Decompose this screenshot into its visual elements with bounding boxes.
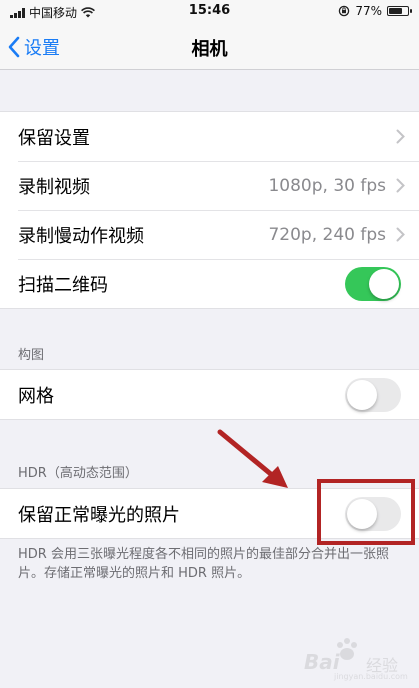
- row-record-slomo[interactable]: 录制慢动作视频 720p, 240 fps: [0, 210, 419, 259]
- row-value: 720p, 240 fps: [268, 224, 386, 245]
- hdr-footer-note: HDR 会用三张曝光程度各不相同的照片的最佳部分合并出一张照片。存储正常曝光的照…: [18, 547, 389, 581]
- chevron-right-icon: [396, 178, 405, 193]
- scan-qr-toggle[interactable]: [345, 266, 401, 301]
- row-scan-qr: 扫描二维码: [0, 259, 419, 308]
- chevron-right-icon: [396, 227, 405, 242]
- page-title: 相机: [191, 39, 228, 60]
- row-label: 录制视频: [18, 176, 90, 198]
- row-label: 保留正常曝光的照片: [18, 504, 180, 526]
- status-bar: 中国移动 15:46 77%: [0, 0, 419, 24]
- row-record-video[interactable]: 录制视频 1080p, 30 fps: [0, 161, 419, 210]
- section-header-composition: 构图: [18, 348, 45, 363]
- camera-settings-group: 保留设置 录制视频 1080p, 30 fps 录制慢动作视频 720p, 24…: [0, 111, 419, 309]
- battery-icon: [387, 6, 412, 16]
- row-preserve-settings[interactable]: 保留设置: [0, 112, 419, 161]
- row-grid: 网格: [0, 370, 419, 419]
- grid-toggle[interactable]: [345, 377, 401, 412]
- battery-fill: [389, 8, 403, 14]
- watermark: Bai 经验 jingyan.baidu.com: [296, 636, 416, 682]
- row-label: 网格: [18, 385, 54, 407]
- section-header-hdr: HDR（高动态范围）: [18, 466, 138, 481]
- chevron-right-icon: [396, 129, 405, 144]
- orientation-lock-icon: [339, 5, 350, 17]
- row-label: 保留设置: [18, 127, 90, 149]
- watermark-brand: Bai: [304, 650, 340, 674]
- annotation-arrow-icon: [217, 429, 288, 488]
- row-label: 录制慢动作视频: [18, 225, 144, 247]
- battery-percent: 77%: [355, 4, 382, 18]
- nav-bar: 设置 相机: [0, 24, 419, 70]
- watermark-url: jingyan.baidu.com: [334, 672, 408, 681]
- row-value: 1080p, 30 fps: [268, 175, 386, 196]
- annotation-highlight-box: [317, 479, 415, 545]
- status-right: 77%: [338, 4, 412, 18]
- composition-group: 网格: [0, 369, 419, 420]
- toggle-knob: [369, 268, 399, 299]
- toggle-knob: [347, 379, 377, 410]
- row-label: 扫描二维码: [18, 274, 108, 296]
